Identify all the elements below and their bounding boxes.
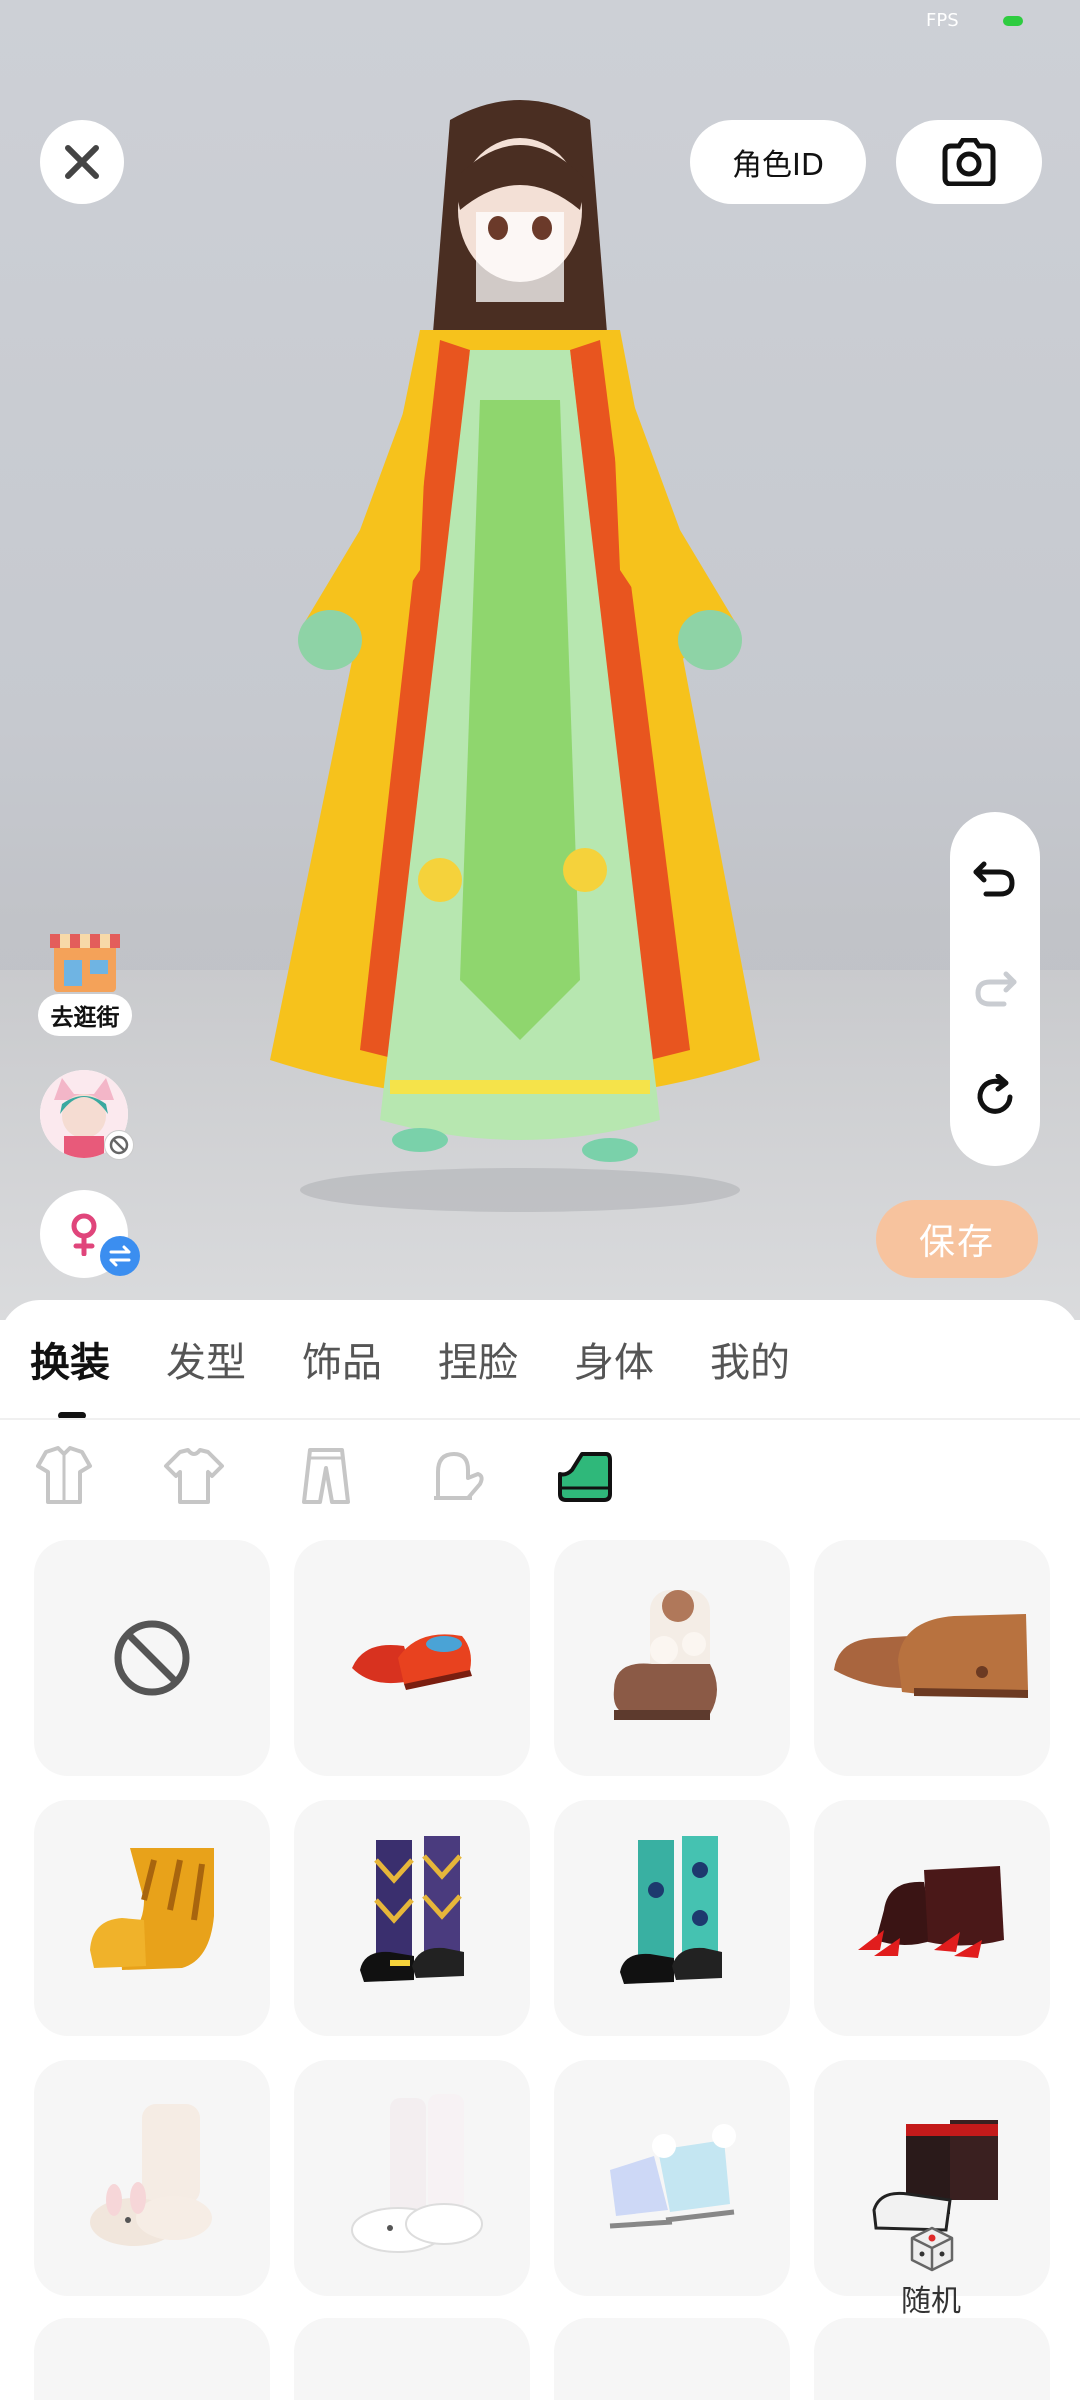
item-cream-bunny-slippers[interactable] xyxy=(34,2060,270,2296)
save-button[interactable]: 保存 xyxy=(876,1200,1038,1278)
go-shopping-button[interactable]: 去逛街 xyxy=(38,930,132,1042)
item-red-black-claw-shoes[interactable] xyxy=(814,1800,1050,2036)
argyle-knee-socks-shoes-image xyxy=(360,1836,464,1982)
history-panel xyxy=(950,812,1040,1166)
fps-label: FPS xyxy=(926,10,959,31)
item-holographic-ice-skates[interactable] xyxy=(554,2060,790,2296)
outfit-icon[interactable] xyxy=(32,1444,96,1508)
brown-paw-shoes-image xyxy=(834,1614,1028,1698)
shop-label: 去逛街 xyxy=(38,994,132,1036)
avatar-viewport[interactable]: FPS 角色ID 保存 去逛街 xyxy=(0,0,1080,1320)
fps-indicator xyxy=(1003,16,1023,26)
tab-mine[interactable]: 我的 xyxy=(710,1330,790,1388)
camera-icon xyxy=(942,138,996,186)
holographic-ice-skates-image xyxy=(609,2124,736,2229)
item-fluffy-bear-boots[interactable] xyxy=(554,1540,790,1776)
undo-icon[interactable] xyxy=(972,854,1018,900)
tab-hairstyle[interactable]: 发型 xyxy=(166,1330,246,1388)
female-icon xyxy=(71,1213,97,1256)
item-none[interactable] xyxy=(34,1540,270,1776)
dice-icon xyxy=(910,2226,954,2272)
none-icon xyxy=(114,1620,190,1696)
red-black-claw-shoes-image xyxy=(858,1866,1004,1958)
item-partial-3[interactable] xyxy=(554,2318,790,2400)
pants-icon[interactable] xyxy=(294,1444,358,1508)
category-tabs: 换装 发型 饰品 捏脸 身体 我的 xyxy=(0,1330,1080,1390)
shop-icon xyxy=(50,934,120,992)
role-id-button[interactable]: 角色ID xyxy=(690,120,866,204)
glove-icon[interactable] xyxy=(424,1444,488,1508)
close-icon xyxy=(65,145,99,179)
item-partial-1[interactable] xyxy=(34,2318,270,2400)
hidden-badge-icon xyxy=(104,1130,134,1160)
item-argyle-knee-socks-shoes[interactable] xyxy=(294,1800,530,2036)
tab-accessories[interactable]: 饰品 xyxy=(302,1330,382,1388)
item-white-bunny-slipper-socks[interactable] xyxy=(294,2060,530,2296)
item-yellow-claw-boots[interactable] xyxy=(34,1800,270,2036)
item-brown-paw-shoes[interactable] xyxy=(814,1540,1050,1776)
redo-icon[interactable] xyxy=(972,964,1018,1010)
random-label: 随机 xyxy=(901,2284,961,2319)
shoe-icon[interactable] xyxy=(552,1444,616,1508)
yellow-claw-boots-image xyxy=(90,1848,214,1970)
top-icon[interactable] xyxy=(162,1444,226,1508)
character-model[interactable] xyxy=(240,100,800,1220)
white-bunny-slipper-socks-image xyxy=(351,2094,483,2253)
item-partial-2[interactable] xyxy=(294,2318,530,2400)
camera-button[interactable] xyxy=(896,120,1042,204)
red-flat-shoes-image xyxy=(352,1634,472,1690)
swap-icon xyxy=(100,1236,140,1276)
teal-eye-socks-shoes-image xyxy=(620,1836,722,1984)
tab-face[interactable]: 捏脸 xyxy=(438,1330,518,1388)
reset-icon[interactable] xyxy=(972,1074,1018,1120)
cream-bunny-slippers-image xyxy=(90,2104,212,2246)
item-red-flat-shoes[interactable] xyxy=(294,1540,530,1776)
tab-body[interactable]: 身体 xyxy=(574,1330,654,1388)
item-teal-eye-socks-shoes[interactable] xyxy=(554,1800,790,2036)
random-button[interactable]: 随机 xyxy=(878,2224,984,2352)
fluffy-bear-boots-image xyxy=(613,1590,717,1720)
tab-outfit[interactable]: 换装 xyxy=(30,1330,110,1388)
close-button[interactable] xyxy=(40,120,124,204)
divider xyxy=(0,1418,1080,1420)
